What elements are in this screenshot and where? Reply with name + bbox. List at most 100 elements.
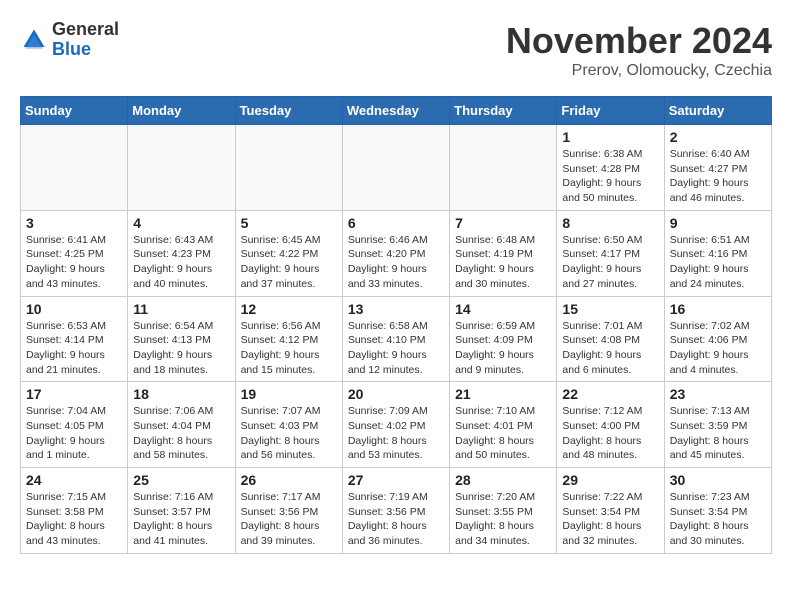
calendar-cell: 9 Sunrise: 6:51 AM Sunset: 4:16 PM Daylig… xyxy=(664,210,771,296)
calendar-cell: 3Sunrise: 6:41 AM Sunset: 4:25 PM Daylig… xyxy=(21,210,128,296)
day-number: 3 xyxy=(26,215,122,231)
day-detail: Sunrise: 7:04 AM Sunset: 4:05 PM Dayligh… xyxy=(26,404,122,463)
day-number: 25 xyxy=(133,472,229,488)
calendar-cell: 19 Sunrise: 7:07 AM Sunset: 4:03 PM Dayli… xyxy=(235,382,342,468)
day-number: 20 xyxy=(348,386,444,402)
page-header: General Blue November 2024 Prerov, Olomo… xyxy=(20,20,772,80)
calendar-cell: 17 Sunrise: 7:04 AM Sunset: 4:05 PM Dayli… xyxy=(21,382,128,468)
day-detail: Sunrise: 6:59 AM Sunset: 4:09 PM Dayligh… xyxy=(455,319,551,378)
calendar-cell: 15 Sunrise: 7:01 AM Sunset: 4:08 PM Dayli… xyxy=(557,296,664,382)
calendar-cell: 7 Sunrise: 6:48 AM Sunset: 4:19 PM Daylig… xyxy=(450,210,557,296)
calendar-cell: 24Sunrise: 7:15 AM Sunset: 3:58 PM Dayli… xyxy=(21,468,128,554)
day-number: 18 xyxy=(133,386,229,402)
day-number: 26 xyxy=(241,472,337,488)
day-detail: Sunrise: 7:07 AM Sunset: 4:03 PM Dayligh… xyxy=(241,404,337,463)
calendar-week-3: 10 Sunrise: 6:53 AM Sunset: 4:14 PM Dayli… xyxy=(21,296,772,382)
day-number: 9 xyxy=(670,215,766,231)
day-number: 17 xyxy=(26,386,122,402)
day-detail: Sunrise: 6:48 AM Sunset: 4:19 PM Dayligh… xyxy=(455,233,551,292)
day-of-week-monday: Monday xyxy=(128,97,235,125)
calendar-cell: 16 Sunrise: 7:02 AM Sunset: 4:06 PM Dayli… xyxy=(664,296,771,382)
calendar-body: 1 Sunrise: 6:38 AM Sunset: 4:28 PM Daylig… xyxy=(21,125,772,554)
day-detail: Sunrise: 6:56 AM Sunset: 4:12 PM Dayligh… xyxy=(241,319,337,378)
day-detail: Sunrise: 7:12 AM Sunset: 4:00 PM Dayligh… xyxy=(562,404,658,463)
day-detail: Sunrise: 6:38 AM Sunset: 4:28 PM Dayligh… xyxy=(562,147,658,206)
calendar-week-1: 1 Sunrise: 6:38 AM Sunset: 4:28 PM Daylig… xyxy=(21,125,772,211)
title-block: November 2024 Prerov, Olomoucky, Czechia xyxy=(506,20,772,80)
day-number: 22 xyxy=(562,386,658,402)
calendar-cell: 23Sunrise: 7:13 AM Sunset: 3:59 PM Dayli… xyxy=(664,382,771,468)
day-detail: Sunrise: 6:54 AM Sunset: 4:13 PM Dayligh… xyxy=(133,319,229,378)
calendar-cell: 1 Sunrise: 6:38 AM Sunset: 4:28 PM Daylig… xyxy=(557,125,664,211)
day-detail: Sunrise: 6:51 AM Sunset: 4:16 PM Dayligh… xyxy=(670,233,766,292)
calendar-cell: 8 Sunrise: 6:50 AM Sunset: 4:17 PM Daylig… xyxy=(557,210,664,296)
month-title: November 2024 xyxy=(506,20,772,62)
calendar-cell xyxy=(21,125,128,211)
calendar-cell: 13Sunrise: 6:58 AM Sunset: 4:10 PM Dayli… xyxy=(342,296,449,382)
calendar-cell xyxy=(342,125,449,211)
calendar-week-5: 24Sunrise: 7:15 AM Sunset: 3:58 PM Dayli… xyxy=(21,468,772,554)
calendar-cell: 22 Sunrise: 7:12 AM Sunset: 4:00 PM Dayli… xyxy=(557,382,664,468)
day-number: 27 xyxy=(348,472,444,488)
day-number: 2 xyxy=(670,129,766,145)
day-of-week-saturday: Saturday xyxy=(664,97,771,125)
calendar-cell: 28Sunrise: 7:20 AM Sunset: 3:55 PM Dayli… xyxy=(450,468,557,554)
day-detail: Sunrise: 7:06 AM Sunset: 4:04 PM Dayligh… xyxy=(133,404,229,463)
day-number: 11 xyxy=(133,301,229,317)
calendar-cell xyxy=(235,125,342,211)
day-number: 21 xyxy=(455,386,551,402)
day-number: 13 xyxy=(348,301,444,317)
day-detail: Sunrise: 7:20 AM Sunset: 3:55 PM Dayligh… xyxy=(455,490,551,549)
day-detail: Sunrise: 7:13 AM Sunset: 3:59 PM Dayligh… xyxy=(670,404,766,463)
logo-general: General xyxy=(52,20,119,40)
day-number: 8 xyxy=(562,215,658,231)
day-number: 14 xyxy=(455,301,551,317)
calendar-cell: 20Sunrise: 7:09 AM Sunset: 4:02 PM Dayli… xyxy=(342,382,449,468)
day-of-week-thursday: Thursday xyxy=(450,97,557,125)
day-detail: Sunrise: 6:45 AM Sunset: 4:22 PM Dayligh… xyxy=(241,233,337,292)
day-number: 29 xyxy=(562,472,658,488)
calendar-cell: 4Sunrise: 6:43 AM Sunset: 4:23 PM Daylig… xyxy=(128,210,235,296)
calendar-cell: 25 Sunrise: 7:16 AM Sunset: 3:57 PM Dayli… xyxy=(128,468,235,554)
logo-blue: Blue xyxy=(52,40,119,60)
day-detail: Sunrise: 7:22 AM Sunset: 3:54 PM Dayligh… xyxy=(562,490,658,549)
day-number: 6 xyxy=(348,215,444,231)
day-of-week-wednesday: Wednesday xyxy=(342,97,449,125)
day-detail: Sunrise: 6:53 AM Sunset: 4:14 PM Dayligh… xyxy=(26,319,122,378)
calendar-cell xyxy=(128,125,235,211)
day-detail: Sunrise: 7:19 AM Sunset: 3:56 PM Dayligh… xyxy=(348,490,444,549)
day-number: 1 xyxy=(562,129,658,145)
calendar-week-4: 17 Sunrise: 7:04 AM Sunset: 4:05 PM Dayli… xyxy=(21,382,772,468)
calendar-week-2: 3Sunrise: 6:41 AM Sunset: 4:25 PM Daylig… xyxy=(21,210,772,296)
calendar-cell: 29 Sunrise: 7:22 AM Sunset: 3:54 PM Dayli… xyxy=(557,468,664,554)
calendar-cell: 21 Sunrise: 7:10 AM Sunset: 4:01 PM Dayli… xyxy=(450,382,557,468)
logo-icon xyxy=(20,26,48,54)
day-detail: Sunrise: 6:50 AM Sunset: 4:17 PM Dayligh… xyxy=(562,233,658,292)
logo-text: General Blue xyxy=(52,20,119,60)
calendar-cell: 11 Sunrise: 6:54 AM Sunset: 4:13 PM Dayli… xyxy=(128,296,235,382)
day-detail: Sunrise: 7:10 AM Sunset: 4:01 PM Dayligh… xyxy=(455,404,551,463)
day-number: 19 xyxy=(241,386,337,402)
day-number: 24 xyxy=(26,472,122,488)
day-detail: Sunrise: 7:16 AM Sunset: 3:57 PM Dayligh… xyxy=(133,490,229,549)
day-number: 15 xyxy=(562,301,658,317)
day-detail: Sunrise: 7:02 AM Sunset: 4:06 PM Dayligh… xyxy=(670,319,766,378)
calendar-header: SundayMondayTuesdayWednesdayThursdayFrid… xyxy=(21,97,772,125)
calendar-cell: 14 Sunrise: 6:59 AM Sunset: 4:09 PM Dayli… xyxy=(450,296,557,382)
day-number: 10 xyxy=(26,301,122,317)
day-detail: Sunrise: 6:46 AM Sunset: 4:20 PM Dayligh… xyxy=(348,233,444,292)
calendar-cell: 10 Sunrise: 6:53 AM Sunset: 4:14 PM Dayli… xyxy=(21,296,128,382)
day-detail: Sunrise: 7:23 AM Sunset: 3:54 PM Dayligh… xyxy=(670,490,766,549)
day-of-week-sunday: Sunday xyxy=(21,97,128,125)
calendar-cell: 27 Sunrise: 7:19 AM Sunset: 3:56 PM Dayli… xyxy=(342,468,449,554)
day-detail: Sunrise: 6:40 AM Sunset: 4:27 PM Dayligh… xyxy=(670,147,766,206)
day-number: 30 xyxy=(670,472,766,488)
calendar-cell: 2 Sunrise: 6:40 AM Sunset: 4:27 PM Daylig… xyxy=(664,125,771,211)
calendar-cell: 5 Sunrise: 6:45 AM Sunset: 4:22 PM Daylig… xyxy=(235,210,342,296)
day-number: 5 xyxy=(241,215,337,231)
day-number: 7 xyxy=(455,215,551,231)
calendar-cell: 6 Sunrise: 6:46 AM Sunset: 4:20 PM Daylig… xyxy=(342,210,449,296)
days-of-week-row: SundayMondayTuesdayWednesdayThursdayFrid… xyxy=(21,97,772,125)
day-number: 16 xyxy=(670,301,766,317)
day-detail: Sunrise: 7:01 AM Sunset: 4:08 PM Dayligh… xyxy=(562,319,658,378)
